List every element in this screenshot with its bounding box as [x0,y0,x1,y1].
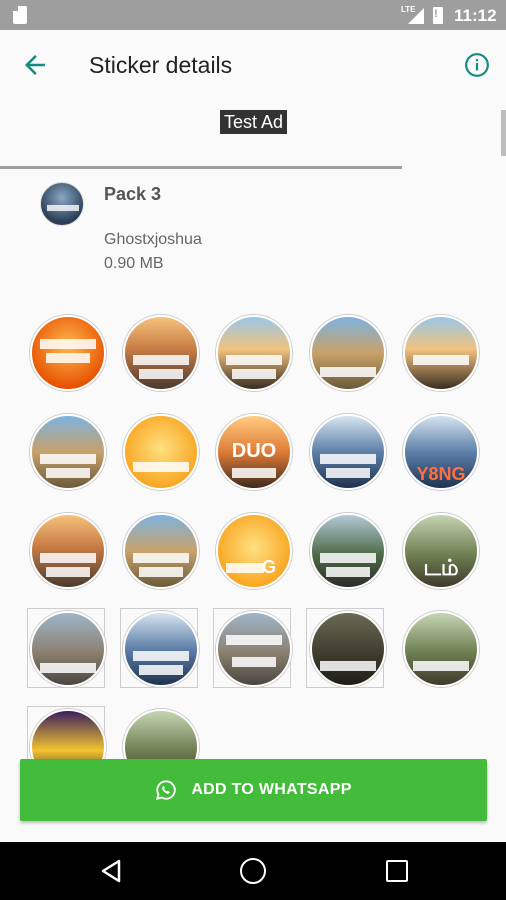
sticker-item[interactable]: G [216,513,292,589]
sd-card-icon [13,6,27,24]
battery-icon: ! [433,7,443,24]
sticker-item[interactable]: DUO [216,414,292,490]
sticker-item[interactable]: டம் [403,513,479,589]
sticker-text-duo: DUO [231,440,277,462]
pack-name: Pack 3 [104,184,162,204]
sticker-item[interactable]: Y8NG [403,414,479,490]
sticker-text-dum: டம் [423,555,459,580]
signal-icon [408,8,424,24]
sticker-item[interactable] [310,611,386,687]
arrow-back-icon [25,55,45,75]
status-bar: LTE ! 11:12 [0,0,506,30]
sticker-item[interactable] [310,315,386,391]
pack-tray-icon [40,182,84,226]
scrollbar[interactable] [501,110,506,156]
sticker-item[interactable] [216,315,292,391]
nav-recent-icon[interactable] [386,860,408,882]
sticker-item[interactable] [123,611,199,687]
sticker-item[interactable] [310,414,386,490]
sticker-item[interactable] [310,513,386,589]
sticker-item[interactable] [30,315,106,391]
sticker-item[interactable] [403,611,479,687]
sticker-item[interactable] [123,513,199,589]
sticker-text-y8ng: Y8NG [416,464,466,484]
sticker-item[interactable] [30,513,106,589]
page-title: Sticker details [89,52,233,78]
whatsapp-icon [156,780,177,801]
info-button[interactable] [464,52,490,78]
info-icon [465,53,489,77]
add-to-whatsapp-label: ADD TO WHATSAPP [191,781,352,798]
pack-author: Ghostxjoshua [104,231,202,248]
ad-divider [0,166,402,169]
test-ad-banner[interactable]: Test Ad [220,110,288,134]
sticker-item[interactable] [30,611,106,687]
sticker-text-g: G [262,557,277,577]
pack-size: 0.90 MB [104,255,164,272]
clock: 11:12 [454,6,497,25]
back-button[interactable] [20,50,50,80]
sticker-item[interactable] [123,315,199,391]
app-bar: Sticker details [0,30,506,102]
nav-back-icon[interactable] [99,858,123,884]
sticker-item[interactable] [403,315,479,391]
sticker-item[interactable] [123,414,199,490]
sticker-item[interactable] [216,611,292,687]
nav-home-icon[interactable] [240,858,266,884]
navigation-bar [0,842,506,900]
add-to-whatsapp-button[interactable]: ADD TO WHATSAPP [20,759,487,821]
sticker-item[interactable] [30,414,106,490]
